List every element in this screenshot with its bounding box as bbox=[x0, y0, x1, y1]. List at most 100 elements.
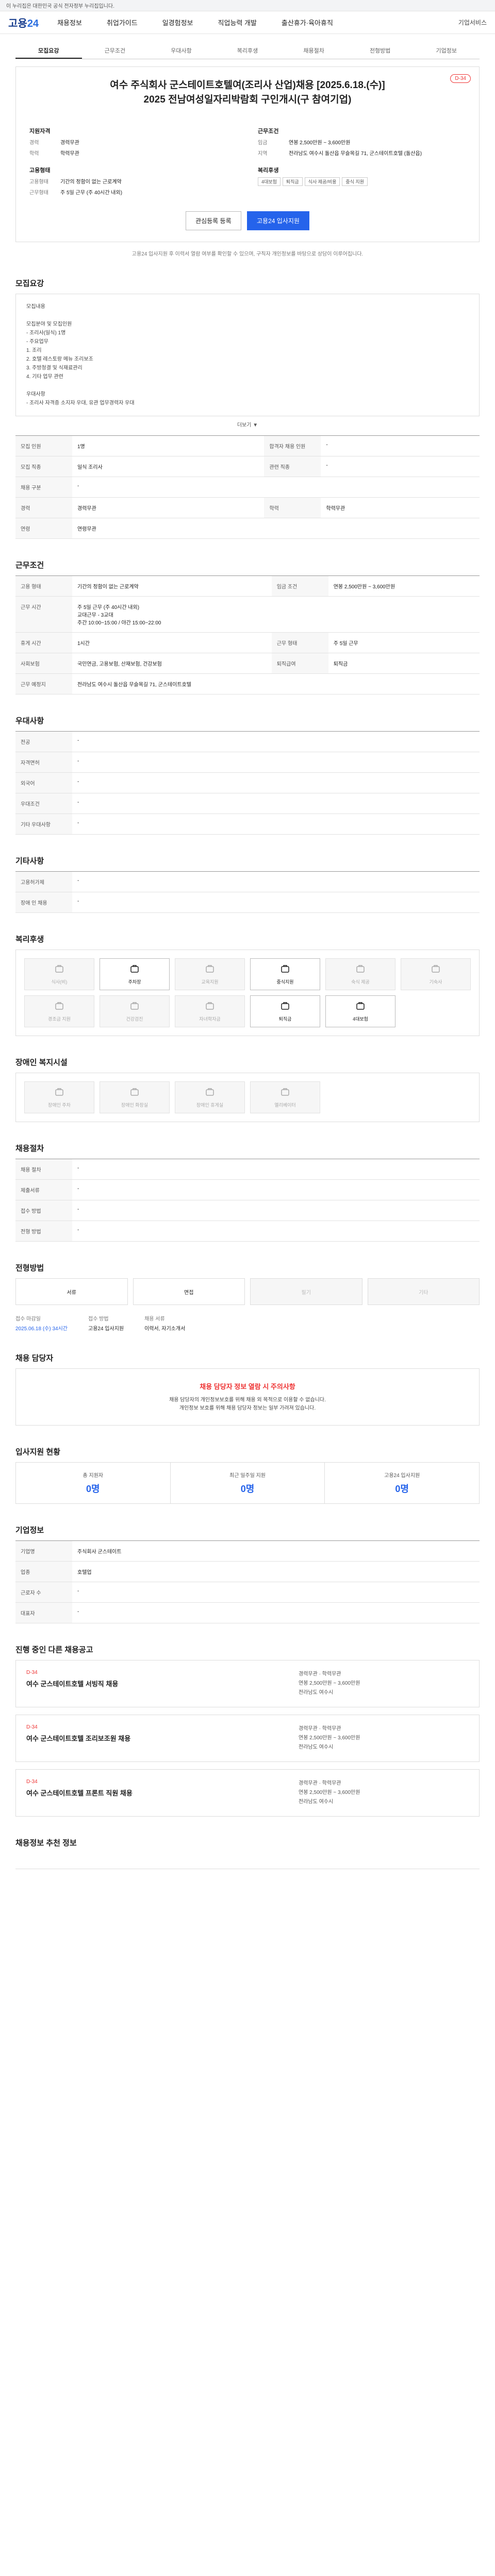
row-value: - bbox=[72, 892, 480, 913]
benefit-label: 장애인 휴게실 bbox=[196, 1102, 224, 1108]
benefit-label: 건강검진 bbox=[126, 1016, 143, 1022]
benefit-label: 장애인 주차 bbox=[48, 1102, 71, 1108]
card-info: 경력무관 · 학력무관 연봉 2,500만원 ~ 3,600만원 전라남도 여수… bbox=[299, 1671, 360, 1696]
table-row: 제출서류 - bbox=[15, 1179, 480, 1200]
contact-section: 채용 담당자 채용 담당자 정보 열람 시 주의사항 채용 담당자의 개인정보보… bbox=[15, 1352, 480, 1426]
row-value: 주식회사 군스테이트 bbox=[72, 1540, 480, 1562]
table-row: 자격면허 - bbox=[15, 752, 480, 773]
stat-value: 0명 bbox=[395, 1484, 409, 1494]
nav-item-guide[interactable]: 취업가이드 bbox=[107, 18, 138, 27]
table-row: 업종 호텔업 bbox=[15, 1561, 480, 1582]
table-row: 고용 형태 기간의 정함이 없는 근로계약 임금 조건 연봉 2,500만원 ~ 3,… bbox=[15, 575, 480, 597]
section-title: 진행 중인 다른 채용공고 bbox=[15, 1646, 93, 1654]
method-row: 서류 면접 필기 기타 bbox=[15, 1278, 480, 1305]
method-item: 필기 bbox=[250, 1278, 362, 1305]
period-key: 접수 마감일 bbox=[15, 1316, 41, 1322]
benefit-label: 숙식 제공 bbox=[351, 979, 370, 985]
tab-preferences[interactable]: 우대사항 bbox=[148, 43, 214, 59]
recruit-section: 모집요강 모집내용 모집분야 및 모집인원 - 조리사(일식) 1명 - 주요업… bbox=[15, 278, 480, 539]
row-key: 고용허가제 bbox=[15, 871, 72, 892]
nav-business[interactable]: 기업서비스 bbox=[458, 18, 487, 27]
table-row: 대표자 - bbox=[15, 1602, 480, 1623]
nav-item-jobs[interactable]: 채용정보 bbox=[57, 18, 82, 27]
gov-banner-text: 이 누리집은 대한민국 공식 전자정부 누리집입니다. bbox=[6, 4, 114, 9]
tab-conditions[interactable]: 근무조건 bbox=[82, 43, 148, 59]
section-title: 채용정보 추천 정보 bbox=[15, 1839, 77, 1848]
benefit-icon bbox=[280, 1001, 290, 1015]
row-value: 기간의 정함이 없는 근로계약 bbox=[72, 575, 272, 597]
row-value: - bbox=[72, 772, 480, 793]
tab-welfare[interactable]: 복리후생 bbox=[214, 43, 281, 59]
job-card[interactable]: D-34 여수 군스테이트호텔 조리보조원 채용 경력무관 · 학력무관 연봉 2,… bbox=[15, 1715, 480, 1762]
row-key: 관련 직종 bbox=[264, 456, 321, 477]
row-key: 업종 bbox=[15, 1561, 72, 1582]
stat-value: 0명 bbox=[240, 1484, 255, 1494]
card-title[interactable]: 여수 군스테이트호텔 프론트 직원 채용 bbox=[26, 1788, 299, 1798]
card-dday: D-34 bbox=[26, 1670, 38, 1675]
table-row: 우대조건 - bbox=[15, 793, 480, 814]
row-value: 1시간 bbox=[72, 632, 272, 653]
stat-item: 총 지원자 0명 bbox=[16, 1463, 171, 1503]
card-title[interactable]: 여수 군스테이트호텔 조리보조원 채용 bbox=[26, 1733, 299, 1743]
tab-company[interactable]: 기업정보 bbox=[413, 43, 480, 59]
global-nav: 고용24 채용정보 취업가이드 일경험정보 직업능력 개발 출산휴가·육아휴직 … bbox=[0, 11, 495, 34]
table-row: 연령 연령무관 bbox=[15, 518, 480, 539]
row-key: 모집 직종 bbox=[15, 456, 72, 477]
benefit-item: 퇴직금 bbox=[250, 995, 320, 1027]
tag: 중식 지원 bbox=[342, 177, 368, 186]
benefit-icon bbox=[129, 1001, 140, 1015]
more-button[interactable]: 더보기 ▼ bbox=[15, 420, 480, 428]
tag: 식사 제공/비용 bbox=[304, 177, 340, 186]
benefit-label: 4대보험 bbox=[353, 1016, 368, 1022]
job-card[interactable]: D-34 여수 군스테이트호텔 서빙직 채용 경력무관 · 학력무관 연봉 2,50… bbox=[15, 1660, 480, 1707]
row-value: - bbox=[72, 731, 480, 752]
row-value: - bbox=[72, 1179, 480, 1200]
recruit-table: 모집 인원 1명 합격자 채용 인원 - 모집 직종 일식 조리사 관련 직종 - 채용 구분 -… bbox=[15, 435, 480, 539]
pay-key: 임금 bbox=[258, 140, 268, 146]
job-card[interactable]: D-34 여수 군스테이트호텔 프론트 직원 채용 경력무관 · 학력무관 연봉 2… bbox=[15, 1769, 480, 1817]
cond-table: 고용 형태 기간의 정함이 없는 근로계약 임금 조건 연봉 2,500만원 ~ 3,… bbox=[15, 575, 480, 694]
benefit-icon bbox=[280, 964, 290, 978]
nav-item-experience[interactable]: 일경험정보 bbox=[162, 18, 193, 27]
benefit-label: 엘리베이터 bbox=[274, 1102, 296, 1108]
method-item: 면접 bbox=[133, 1278, 245, 1305]
apply-button[interactable]: 고용24 입사지원 bbox=[246, 211, 309, 230]
benefit-item: 장애인 주차 bbox=[24, 1081, 94, 1113]
row-key: 자격면허 bbox=[15, 752, 72, 773]
nav-item-training[interactable]: 직업능력 개발 bbox=[218, 18, 257, 27]
benefit-icon bbox=[54, 1001, 64, 1015]
benefit-item: 주차장 bbox=[100, 958, 170, 990]
method-item: 서류 bbox=[15, 1278, 128, 1305]
row-value: 주 5일 근무 (주 40시간 내외) 교대근무 - 3교대 주간 10:00~… bbox=[72, 596, 480, 633]
row-value: 호텔업 bbox=[72, 1561, 480, 1582]
tab-recruit[interactable]: 모집요강 bbox=[15, 43, 82, 59]
row-key: 채용 구분 bbox=[15, 477, 72, 498]
card-title[interactable]: 여수 군스테이트호텔 서빙직 채용 bbox=[26, 1679, 299, 1688]
gov-banner: 이 누리집은 대한민국 공식 전자정부 누리집입니다. bbox=[0, 0, 495, 11]
benefit-icon bbox=[355, 964, 366, 978]
row-key: 대표자 bbox=[15, 1602, 72, 1623]
card-left: D-34 여수 군스테이트호텔 프론트 직원 채용 bbox=[26, 1779, 299, 1807]
benefit-icon bbox=[280, 1087, 290, 1101]
scrap-button[interactable]: 관심등록 등록 bbox=[186, 211, 241, 230]
table-row: 휴게 시간 1시간 근무 형태 주 5일 근무 bbox=[15, 632, 480, 653]
period-info: 접수 마감일 2025.06.18 (수) 34시간 접수 방법 고용24 입사지원… bbox=[15, 1314, 480, 1332]
tab-method[interactable]: 전형방법 bbox=[347, 43, 414, 59]
method-key: 접수 방법 bbox=[88, 1316, 109, 1322]
row-key: 전형 방법 bbox=[15, 1221, 72, 1242]
benefit-label: 식사(비) bbox=[51, 979, 68, 985]
footer bbox=[15, 1869, 480, 1900]
site-logo[interactable]: 고용24 bbox=[8, 15, 39, 30]
benefit-icon bbox=[129, 1087, 140, 1101]
tab-process[interactable]: 채용절차 bbox=[280, 43, 347, 59]
etc-section: 기타사항 고용허가제 - 장애 인 채용 - bbox=[15, 855, 480, 913]
row-value: 학력무관 bbox=[321, 497, 480, 518]
nav-item-leave[interactable]: 출산휴가·육아휴직 bbox=[282, 18, 333, 27]
warning-body: 채용 담당자의 개인정보보호를 위해 채용 외 목적으로 이용할 수 없습니다.… bbox=[169, 1397, 326, 1411]
card-dday: D-34 bbox=[26, 1724, 38, 1730]
table-row: 고용허가제 - bbox=[15, 871, 480, 892]
loc-key: 지역 bbox=[258, 151, 268, 157]
benefit-label: 중식지원 bbox=[276, 979, 294, 985]
table-row: 기업명 주식회사 군스테이트 bbox=[15, 1540, 480, 1562]
tag: 4대보험 bbox=[258, 177, 280, 186]
